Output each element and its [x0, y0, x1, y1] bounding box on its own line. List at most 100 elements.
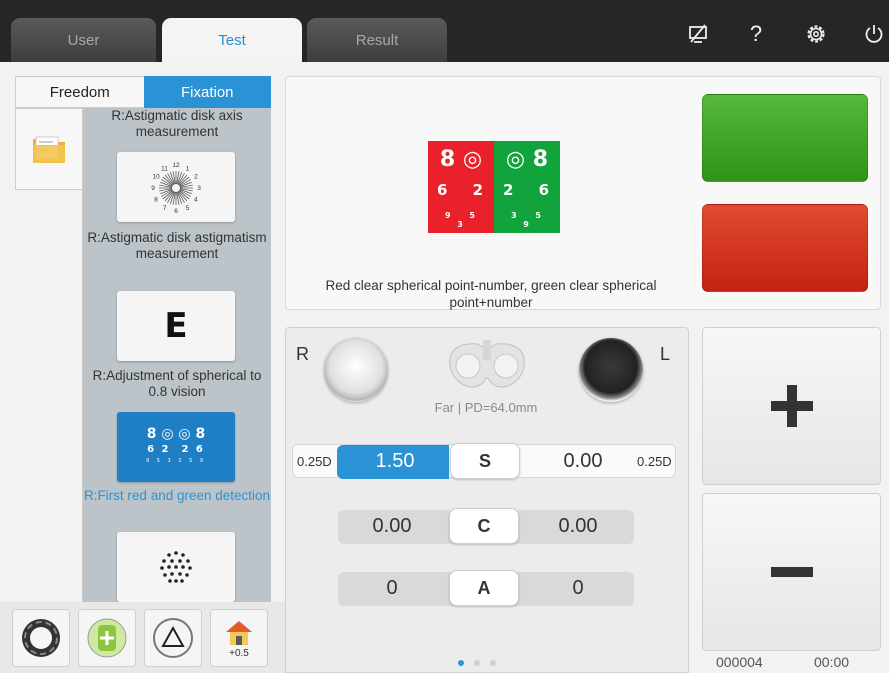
list-item-label: R:Astigmatic disk astigmatism measuremen…	[87, 230, 267, 261]
cylinder-right-value[interactable]: 0.00	[342, 515, 442, 538]
sphere-right-value[interactable]: 1.50	[345, 450, 445, 473]
mode-toggle: Freedom Fixation	[15, 76, 271, 108]
cylinder-left-value[interactable]: 0.00	[528, 515, 628, 538]
prism-icon	[153, 618, 193, 658]
list-item-label: R:Adjustment of spherical to 0.8 vision	[92, 368, 262, 399]
sphere-row: 0.25D 1.50 S 0.00 0.25D	[292, 443, 676, 479]
chart-display-panel: 8 ◎ 6 2 9 5 3 ◎ 8 2 6 3 5 9 Red clear sp…	[285, 76, 881, 310]
list-item-label: R:First red and green detection	[83, 488, 271, 503]
folder-icon	[33, 136, 65, 163]
settings-icon[interactable]	[802, 20, 830, 48]
dial-number: 11	[161, 165, 168, 172]
chart-digit: 3 5 9	[511, 211, 549, 229]
plus-icon	[770, 385, 813, 427]
chart-digit: 3 5 9	[178, 458, 207, 464]
list-item[interactable]	[117, 532, 235, 602]
dial-number: 6	[174, 208, 178, 215]
dot-pattern-icon	[160, 551, 192, 583]
tab-result[interactable]: Result	[307, 18, 447, 62]
green-clear-button[interactable]	[702, 94, 868, 182]
red-clear-button[interactable]	[702, 204, 868, 292]
list-item[interactable]: 8 ◎ ◎ 8 6 2 2 6 9 5 3 3 5 9	[117, 412, 235, 482]
green-half: ◎ 8 2 6 3 5 9	[494, 141, 560, 233]
axis-right-value[interactable]: 0	[342, 577, 442, 600]
cylinder-row: 0.00 C 0.00	[338, 508, 634, 544]
increase-button[interactable]	[702, 327, 881, 485]
left-eye-button[interactable]	[579, 338, 643, 402]
dial-number: 5	[186, 205, 190, 212]
bottom-toolbar: +0.5	[0, 602, 285, 673]
axis-row: 0 A 0	[338, 570, 634, 606]
sphere-step-left[interactable]: 0.25D	[297, 454, 332, 469]
decrease-button[interactable]	[702, 493, 881, 651]
step-label: +0.5	[229, 647, 249, 659]
phoropter-icon	[449, 340, 525, 388]
fogging-button[interactable]: +0.5	[210, 609, 268, 667]
main-area: Freedom Fixation R:Astigmatic disk axis …	[0, 62, 889, 673]
side-tab-column	[15, 190, 83, 602]
axis-left-value[interactable]: 0	[528, 577, 628, 600]
axis-key-button[interactable]: A	[449, 570, 519, 606]
list-item[interactable]: 11 12 1 2 3 4 5 6 7 8 9 10	[117, 152, 235, 222]
page-indicator	[458, 660, 496, 666]
chart-digit: 8	[439, 147, 456, 172]
clock-dial-icon: 11 12 12345678910	[151, 162, 201, 215]
sphere-step-right[interactable]: 0.25D	[637, 454, 672, 469]
screen-off-icon[interactable]	[684, 20, 712, 48]
dial-number: 7	[163, 205, 167, 212]
top-bar: User Test Result ?	[0, 0, 889, 62]
timer: 00:00	[814, 654, 850, 670]
ring-tool-button[interactable]	[12, 609, 70, 667]
cross-cylinder-button[interactable]	[78, 609, 136, 667]
chart-digit: 8	[195, 426, 206, 442]
test-list[interactable]: R:Astigmatic disk axis measurement 11 12 1…	[83, 108, 271, 602]
plus-lens-icon	[87, 618, 127, 658]
chart-digit: 9 5 3	[445, 211, 483, 229]
help-icon[interactable]: ?	[742, 20, 770, 48]
red-green-chart-icon: 8 ◎ ◎ 8 6 2 2 6 9 5 3 3 5 9	[145, 426, 207, 464]
left-eye-label: L	[660, 344, 671, 364]
far-pd-readout: Far | PD=64.0mm	[434, 400, 538, 415]
letter-e-icon: E	[164, 306, 188, 346]
dial-number: 4	[194, 197, 198, 204]
prism-tool-button[interactable]	[144, 609, 202, 667]
page-dot[interactable]	[490, 660, 496, 666]
chart-digit: 8	[532, 147, 549, 172]
sphere-key-button[interactable]: S	[450, 443, 520, 479]
dial-number: 9	[151, 185, 155, 192]
chart-digit: 6 2	[147, 444, 171, 455]
tab-test[interactable]: Test	[162, 18, 302, 62]
sphere-left-value[interactable]: 0.00	[533, 450, 633, 473]
fixation-mode-button[interactable]: Fixation	[143, 76, 271, 108]
dial-number: 8	[154, 197, 158, 204]
refraction-control-panel: R Far | PD=64.0mm L 0.25D 1.50 S 0.00 0.…	[285, 327, 689, 673]
page-dot[interactable]	[474, 660, 480, 666]
chart-digit: 9 5 3	[145, 458, 174, 464]
ring-lens-icon	[22, 619, 60, 657]
power-icon[interactable]	[860, 20, 888, 48]
dial-number: 12	[172, 162, 180, 169]
page-dot[interactable]	[458, 660, 464, 666]
cylinder-key-button[interactable]: C	[449, 508, 519, 544]
red-half: 8 ◎ 6 2 9 5 3	[428, 141, 494, 233]
minus-icon	[770, 567, 813, 577]
chart-digit: 2 6	[181, 444, 205, 455]
house-icon	[226, 620, 252, 645]
right-eye-label: R	[296, 344, 309, 364]
dial-number: 1	[186, 165, 190, 172]
tab-user[interactable]: User	[11, 18, 156, 62]
record-id: 000004	[716, 654, 763, 670]
chart-digit: 2 6	[502, 181, 560, 199]
list-item[interactable]: E	[117, 291, 235, 361]
chart-digit: 6 2	[436, 181, 494, 199]
chart-digit: 8	[146, 426, 157, 442]
dial-number: 3	[197, 185, 201, 192]
dial-number: 10	[152, 174, 160, 181]
right-eye-button[interactable]	[324, 338, 388, 402]
freedom-mode-button[interactable]: Freedom	[15, 76, 144, 108]
dial-number: 2	[194, 174, 198, 181]
list-item-label: R:Astigmatic disk axis measurement	[111, 108, 243, 139]
chart-caption: Red clear spherical point-number, green …	[325, 278, 657, 310]
folder-tab[interactable]	[15, 108, 83, 190]
red-green-chart: 8 ◎ 6 2 9 5 3 ◎ 8 2 6 3 5 9	[428, 141, 560, 233]
